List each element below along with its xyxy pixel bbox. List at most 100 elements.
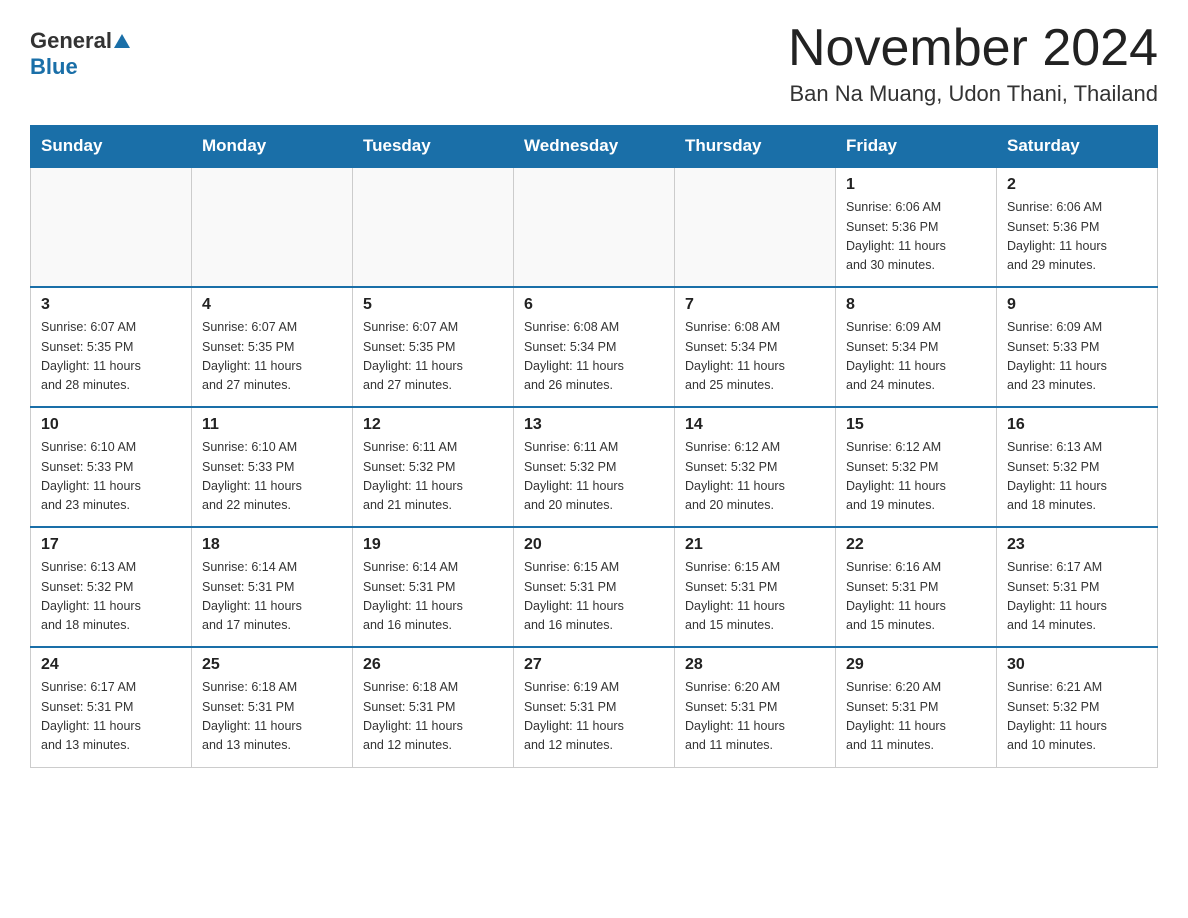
day-info: Sunrise: 6:07 AM Sunset: 5:35 PM Dayligh…: [363, 318, 503, 396]
calendar-table: SundayMondayTuesdayWednesdayThursdayFrid…: [30, 125, 1158, 768]
calendar-cell: 25 Sunrise: 6:18 AM Sunset: 5:31 PM Dayli…: [192, 647, 353, 767]
day-number: 23: [1007, 536, 1147, 554]
day-number: 26: [363, 656, 503, 674]
day-number: 24: [41, 656, 181, 674]
calendar-cell: 29 Sunrise: 6:20 AM Sunset: 5:31 PM Dayli…: [836, 647, 997, 767]
day-header-thursday: Thursday: [675, 126, 836, 168]
calendar-cell: 19 Sunrise: 6:14 AM Sunset: 5:31 PM Dayli…: [353, 527, 514, 647]
day-number: 29: [846, 656, 986, 674]
month-title: November 2024: [788, 20, 1158, 77]
calendar-cell: 20 Sunrise: 6:15 AM Sunset: 5:31 PM Dayli…: [514, 527, 675, 647]
page-header: General Blue November 2024 Ban Na Muang,…: [30, 20, 1158, 107]
day-number: 8: [846, 296, 986, 314]
day-info: Sunrise: 6:08 AM Sunset: 5:34 PM Dayligh…: [685, 318, 825, 396]
day-info: Sunrise: 6:14 AM Sunset: 5:31 PM Dayligh…: [202, 558, 342, 636]
day-number: 15: [846, 416, 986, 434]
day-info: Sunrise: 6:18 AM Sunset: 5:31 PM Dayligh…: [363, 678, 503, 756]
day-number: 25: [202, 656, 342, 674]
day-number: 5: [363, 296, 503, 314]
day-number: 6: [524, 296, 664, 314]
day-info: Sunrise: 6:16 AM Sunset: 5:31 PM Dayligh…: [846, 558, 986, 636]
day-number: 20: [524, 536, 664, 554]
day-info: Sunrise: 6:06 AM Sunset: 5:36 PM Dayligh…: [1007, 198, 1147, 276]
logo-triangle-icon: [113, 32, 131, 50]
calendar-cell: 7 Sunrise: 6:08 AM Sunset: 5:34 PM Daylig…: [675, 287, 836, 407]
day-header-monday: Monday: [192, 126, 353, 168]
calendar-cell: 30 Sunrise: 6:21 AM Sunset: 5:32 PM Dayli…: [997, 647, 1158, 767]
calendar-cell: 28 Sunrise: 6:20 AM Sunset: 5:31 PM Dayli…: [675, 647, 836, 767]
title-section: November 2024 Ban Na Muang, Udon Thani, …: [788, 20, 1158, 107]
day-number: 18: [202, 536, 342, 554]
calendar-cell: 12 Sunrise: 6:11 AM Sunset: 5:32 PM Dayli…: [353, 407, 514, 527]
day-info: Sunrise: 6:15 AM Sunset: 5:31 PM Dayligh…: [524, 558, 664, 636]
calendar-cell: [675, 167, 836, 287]
calendar-cell: 2 Sunrise: 6:06 AM Sunset: 5:36 PM Daylig…: [997, 167, 1158, 287]
day-info: Sunrise: 6:20 AM Sunset: 5:31 PM Dayligh…: [846, 678, 986, 756]
day-number: 12: [363, 416, 503, 434]
day-info: Sunrise: 6:10 AM Sunset: 5:33 PM Dayligh…: [41, 438, 181, 516]
day-info: Sunrise: 6:08 AM Sunset: 5:34 PM Dayligh…: [524, 318, 664, 396]
day-number: 9: [1007, 296, 1147, 314]
day-info: Sunrise: 6:09 AM Sunset: 5:34 PM Dayligh…: [846, 318, 986, 396]
day-number: 1: [846, 176, 986, 194]
day-info: Sunrise: 6:21 AM Sunset: 5:32 PM Dayligh…: [1007, 678, 1147, 756]
day-header-wednesday: Wednesday: [514, 126, 675, 168]
calendar-cell: 15 Sunrise: 6:12 AM Sunset: 5:32 PM Dayli…: [836, 407, 997, 527]
week-row-5: 24 Sunrise: 6:17 AM Sunset: 5:31 PM Dayli…: [31, 647, 1158, 767]
day-number: 7: [685, 296, 825, 314]
logo-general-word: General: [30, 28, 112, 54]
calendar-cell: 1Sunrise: 6:06 AM Sunset: 5:36 PM Daylig…: [836, 167, 997, 287]
day-number: 10: [41, 416, 181, 434]
day-header-sunday: Sunday: [31, 126, 192, 168]
day-number: 14: [685, 416, 825, 434]
day-number: 28: [685, 656, 825, 674]
calendar-cell: [31, 167, 192, 287]
day-info: Sunrise: 6:11 AM Sunset: 5:32 PM Dayligh…: [363, 438, 503, 516]
day-header-saturday: Saturday: [997, 126, 1158, 168]
calendar-cell: 16 Sunrise: 6:13 AM Sunset: 5:32 PM Dayli…: [997, 407, 1158, 527]
day-number: 22: [846, 536, 986, 554]
week-row-1: 1 Sunrise: 6:06 AM Sunset: 5:36 PM Daylig…: [31, 167, 1158, 287]
day-info: Sunrise: 6:17 AM Sunset: 5:31 PM Dayligh…: [41, 678, 181, 756]
day-header-tuesday: Tuesday: [353, 126, 514, 168]
day-info: Sunrise: 6:07 AM Sunset: 5:35 PM Dayligh…: [202, 318, 342, 396]
location-title: Ban Na Muang, Udon Thani, Thailand: [788, 81, 1158, 107]
day-info: Sunrise: 6:13 AM Sunset: 5:32 PM Dayligh…: [41, 558, 181, 636]
day-header-friday: Friday: [836, 126, 997, 168]
day-number: 30: [1007, 656, 1147, 674]
day-number: 2: [1007, 176, 1147, 194]
calendar-cell: 26 Sunrise: 6:18 AM Sunset: 5:31 PM Dayli…: [353, 647, 514, 767]
calendar-cell: 21 Sunrise: 6:15 AM Sunset: 5:31 PM Dayli…: [675, 527, 836, 647]
day-info: Sunrise: 6:12 AM Sunset: 5:32 PM Dayligh…: [846, 438, 986, 516]
calendar-cell: [192, 167, 353, 287]
calendar-cell: [514, 167, 675, 287]
day-info: Sunrise: 6:18 AM Sunset: 5:31 PM Dayligh…: [202, 678, 342, 756]
calendar-cell: 27Sunrise: 6:19 AM Sunset: 5:31 PM Dayli…: [514, 647, 675, 767]
day-info: Sunrise: 6:20 AM Sunset: 5:31 PM Dayligh…: [685, 678, 825, 756]
day-number: 19: [363, 536, 503, 554]
week-row-2: 3 Sunrise: 6:07 AM Sunset: 5:35 PM Daylig…: [31, 287, 1158, 407]
calendar-cell: 14 Sunrise: 6:12 AM Sunset: 5:32 PM Dayli…: [675, 407, 836, 527]
calendar-cell: 9 Sunrise: 6:09 AM Sunset: 5:33 PM Daylig…: [997, 287, 1158, 407]
calendar-cell: 3 Sunrise: 6:07 AM Sunset: 5:35 PM Daylig…: [31, 287, 192, 407]
day-number: 21: [685, 536, 825, 554]
day-info: Sunrise: 6:09 AM Sunset: 5:33 PM Dayligh…: [1007, 318, 1147, 396]
day-number: 16: [1007, 416, 1147, 434]
week-row-3: 10 Sunrise: 6:10 AM Sunset: 5:33 PM Dayli…: [31, 407, 1158, 527]
calendar-cell: 17Sunrise: 6:13 AM Sunset: 5:32 PM Dayli…: [31, 527, 192, 647]
day-info: Sunrise: 6:12 AM Sunset: 5:32 PM Dayligh…: [685, 438, 825, 516]
day-info: Sunrise: 6:15 AM Sunset: 5:31 PM Dayligh…: [685, 558, 825, 636]
week-row-4: 17Sunrise: 6:13 AM Sunset: 5:32 PM Dayli…: [31, 527, 1158, 647]
day-info: Sunrise: 6:14 AM Sunset: 5:31 PM Dayligh…: [363, 558, 503, 636]
day-info: Sunrise: 6:07 AM Sunset: 5:35 PM Dayligh…: [41, 318, 181, 396]
calendar-cell: [353, 167, 514, 287]
calendar-cell: 24 Sunrise: 6:17 AM Sunset: 5:31 PM Dayli…: [31, 647, 192, 767]
logo-blue-text: Blue: [30, 54, 78, 80]
day-info: Sunrise: 6:13 AM Sunset: 5:32 PM Dayligh…: [1007, 438, 1147, 516]
day-number: 3: [41, 296, 181, 314]
day-info: Sunrise: 6:19 AM Sunset: 5:31 PM Dayligh…: [524, 678, 664, 756]
day-info: Sunrise: 6:17 AM Sunset: 5:31 PM Dayligh…: [1007, 558, 1147, 636]
day-number: 13: [524, 416, 664, 434]
calendar-cell: 4Sunrise: 6:07 AM Sunset: 5:35 PM Daylig…: [192, 287, 353, 407]
calendar-cell: 5 Sunrise: 6:07 AM Sunset: 5:35 PM Daylig…: [353, 287, 514, 407]
